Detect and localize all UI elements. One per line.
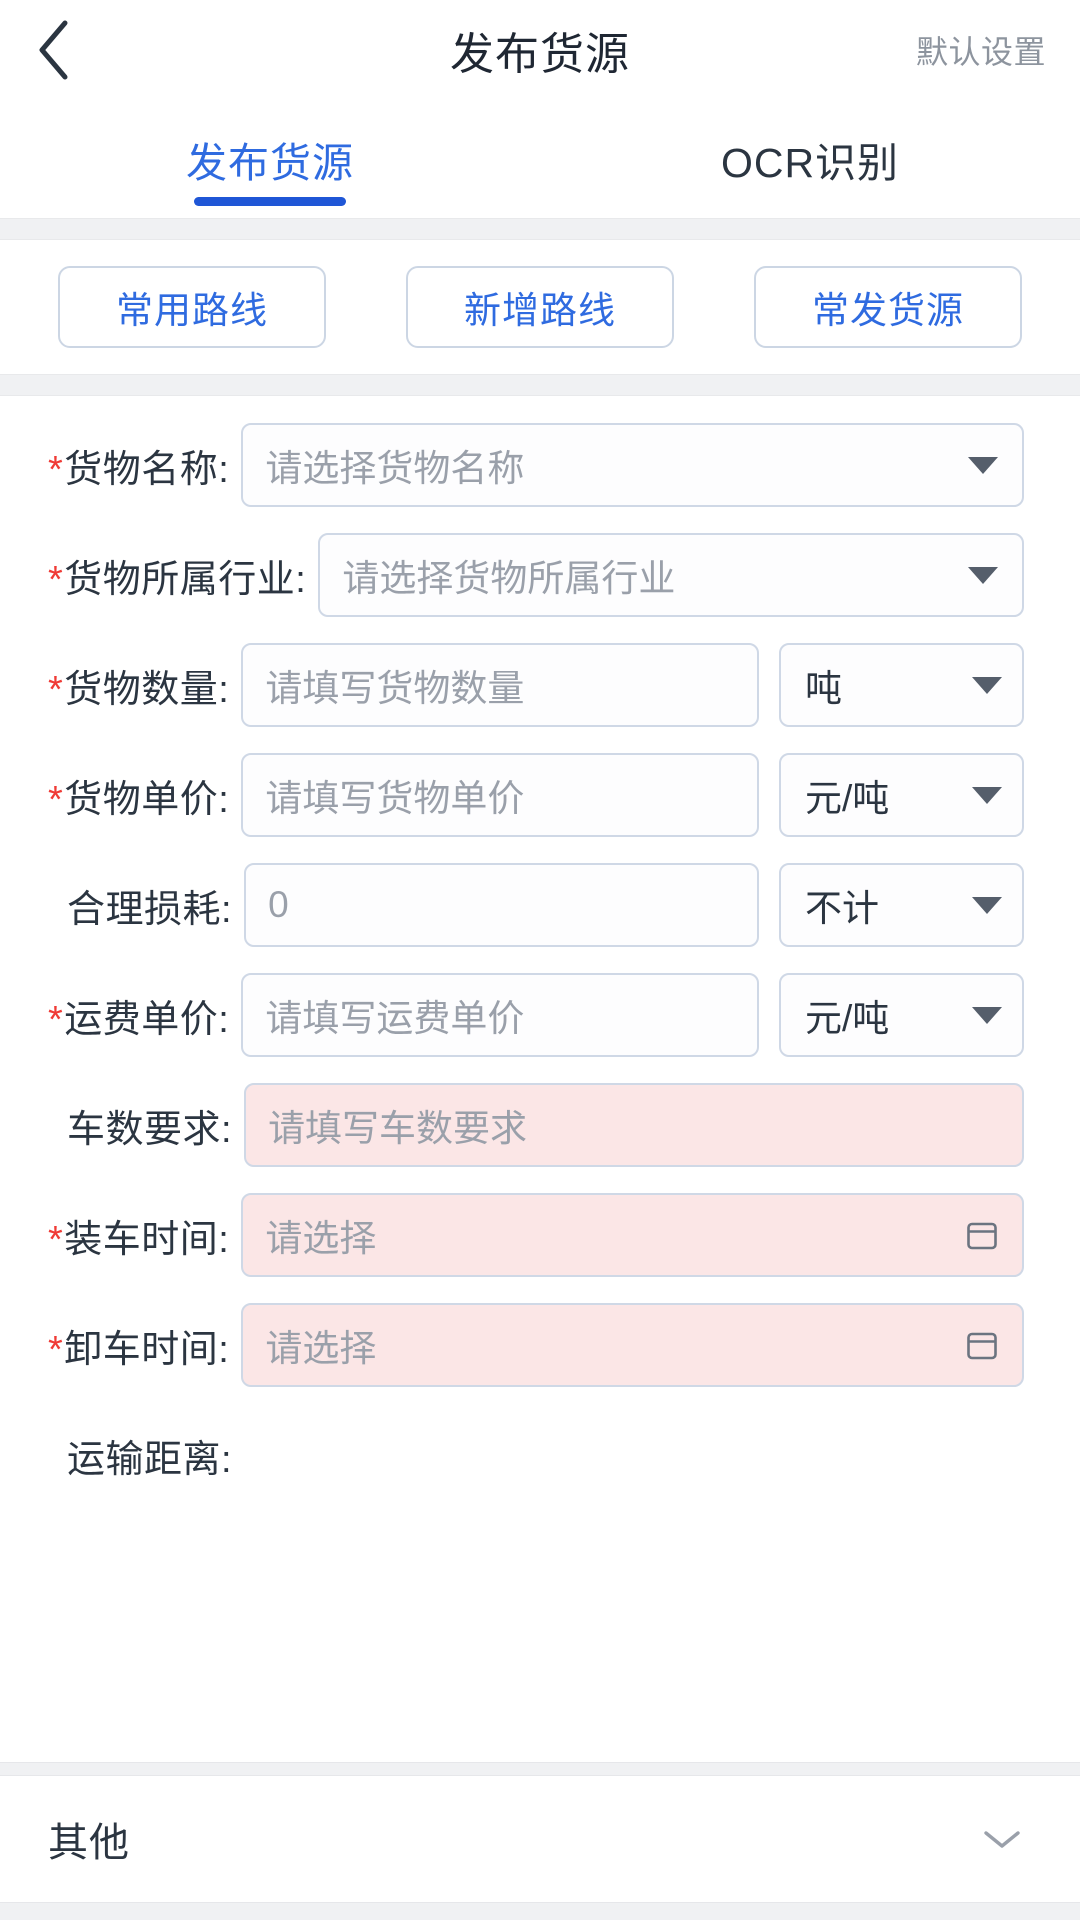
common-route-label: 常用路线 — [116, 290, 268, 331]
label-freight-unit-price: * 运费单价: — [48, 988, 229, 1043]
common-route-button[interactable]: 常用路线 — [58, 266, 326, 348]
reasonable-loss-unit-select[interactable]: 不计 — [779, 863, 1024, 947]
cargo-unit-price-placeholder: 请填写货物单价 — [265, 778, 525, 819]
calendar-icon[interactable] — [950, 1327, 1000, 1363]
cargo-unit-price-unit-select[interactable]: 元/吨 — [779, 753, 1024, 837]
required-star-freight-unit-price: * — [48, 998, 64, 1041]
app-header: 发布货源 默认设置 — [0, 0, 1080, 100]
cargo-unit-price-unit-value: 元/吨 — [805, 778, 890, 819]
caret-down-icon[interactable] — [950, 564, 1000, 586]
cargo-quantity-input[interactable]: 请填写货物数量 — [241, 643, 759, 727]
field-row-reasonable-loss: 合理损耗: 0 不计 — [0, 850, 1080, 960]
caret-down-icon[interactable] — [954, 1004, 1004, 1026]
required-star-cargo-unit-price: * — [48, 778, 64, 821]
caret-down-icon[interactable] — [950, 454, 1000, 476]
cargo-quantity-unit-value: 吨 — [805, 668, 842, 709]
section-separator — [0, 1762, 1080, 1776]
route-shortcut-row: 常用路线 新增路线 常发货源 — [0, 240, 1080, 374]
label-transport-distance: 运输距离: — [48, 1428, 232, 1483]
field-row-cargo-unit-price: * 货物单价: 请填写货物单价 元/吨 — [0, 740, 1080, 850]
caret-down-icon[interactable] — [954, 784, 1004, 806]
tab-publish-cargo[interactable]: 发布货源 — [0, 100, 540, 218]
divider-band-top — [0, 218, 1080, 240]
back-button[interactable] — [34, 15, 104, 85]
label-transport-distance-text: 运输距离: — [67, 1438, 233, 1481]
add-route-button[interactable]: 新增路线 — [406, 266, 674, 348]
reasonable-loss-value: 0 — [268, 884, 289, 925]
unloading-time-placeholder: 请选择 — [265, 1328, 377, 1369]
vehicle-count-placeholder: 请填写车数要求 — [268, 1108, 528, 1149]
default-settings-button[interactable]: 默认设置 — [916, 27, 1046, 73]
reasonable-loss-input[interactable]: 0 — [244, 863, 759, 947]
required-star-cargo-name: * — [48, 448, 64, 491]
required-star-cargo-quantity: * — [48, 668, 64, 711]
chevron-down-icon[interactable] — [980, 1825, 1024, 1853]
label-cargo-industry: * 货物所属行业: — [48, 548, 306, 603]
unloading-time-picker[interactable]: 请选择 — [241, 1303, 1024, 1387]
cargo-form: * 货物名称: 请选择货物名称 * 货物所属行业: 请选择货物所属行业 * 货物… — [0, 396, 1080, 1762]
add-route-label: 新增路线 — [464, 290, 616, 331]
cargo-name-placeholder: 请选择货物名称 — [265, 448, 525, 489]
field-row-transport-distance: 运输距离: — [0, 1400, 1080, 1510]
loading-time-picker[interactable]: 请选择 — [241, 1193, 1024, 1277]
field-row-freight-unit-price: * 运费单价: 请填写运费单价 元/吨 — [0, 960, 1080, 1070]
calendar-icon[interactable] — [950, 1217, 1000, 1253]
label-vehicle-count-text: 车数要求: — [67, 1108, 233, 1151]
label-cargo-industry-text: 货物所属行业: — [64, 558, 307, 601]
reasonable-loss-unit-value: 不计 — [805, 888, 879, 929]
freight-unit-price-placeholder: 请填写运费单价 — [265, 998, 525, 1039]
label-cargo-quantity-text: 货物数量: — [64, 668, 230, 711]
loading-time-placeholder: 请选择 — [265, 1218, 377, 1259]
freight-unit-price-input[interactable]: 请填写运费单价 — [241, 973, 759, 1057]
label-cargo-name: * 货物名称: — [48, 438, 229, 493]
field-row-cargo-name: * 货物名称: 请选择货物名称 — [0, 410, 1080, 520]
cargo-unit-price-input[interactable]: 请填写货物单价 — [241, 753, 759, 837]
cargo-name-select[interactable]: 请选择货物名称 — [241, 423, 1024, 507]
label-reasonable-loss-text: 合理损耗: — [67, 888, 233, 931]
freight-unit-price-unit-value: 元/吨 — [805, 998, 890, 1039]
freight-unit-price-unit-select[interactable]: 元/吨 — [779, 973, 1024, 1057]
label-freight-unit-price-text: 运费单价: — [64, 998, 230, 1041]
bottom-band — [0, 1902, 1080, 1920]
required-star-loading-time: * — [48, 1218, 64, 1261]
cargo-quantity-placeholder: 请填写货物数量 — [265, 668, 525, 709]
required-star-unloading-time: * — [48, 1328, 64, 1371]
label-cargo-name-text: 货物名称: — [64, 448, 230, 491]
vehicle-count-input[interactable]: 请填写车数要求 — [244, 1083, 1024, 1167]
label-loading-time-text: 装车时间: — [64, 1218, 230, 1261]
chevron-left-icon — [34, 18, 74, 82]
tab-publish-cargo-label: 发布货源 — [186, 140, 354, 186]
publish-cargo-screen: 发布货源 默认设置 发布货源 OCR识别 常用路线 新增路线 常发货源 * 货物名… — [0, 0, 1080, 1920]
label-unloading-time: * 卸车时间: — [48, 1318, 229, 1373]
other-section-label: 其他 — [48, 1821, 130, 1865]
label-loading-time: * 装车时间: — [48, 1208, 229, 1263]
field-row-vehicle-count: 车数要求: 请填写车数要求 — [0, 1070, 1080, 1180]
label-cargo-unit-price-text: 货物单价: — [64, 778, 230, 821]
label-cargo-quantity: * 货物数量: — [48, 658, 229, 713]
frequent-cargo-button[interactable]: 常发货源 — [754, 266, 1022, 348]
caret-down-icon[interactable] — [954, 894, 1004, 916]
divider-band-form — [0, 374, 1080, 396]
label-cargo-unit-price: * 货物单价: — [48, 768, 229, 823]
frequent-cargo-label: 常发货源 — [812, 290, 964, 331]
field-row-unloading-time: * 卸车时间: 请选择 — [0, 1290, 1080, 1400]
label-unloading-time-text: 卸车时间: — [64, 1328, 230, 1371]
cargo-quantity-unit-select[interactable]: 吨 — [779, 643, 1024, 727]
cargo-industry-select[interactable]: 请选择货物所属行业 — [318, 533, 1024, 617]
other-section-accordion[interactable]: 其他 — [0, 1776, 1080, 1902]
field-row-cargo-quantity: * 货物数量: 请填写货物数量 吨 — [0, 630, 1080, 740]
label-vehicle-count: 车数要求: — [48, 1098, 232, 1153]
field-row-cargo-industry: * 货物所属行业: 请选择货物所属行业 — [0, 520, 1080, 630]
caret-down-icon[interactable] — [954, 674, 1004, 696]
label-reasonable-loss: 合理损耗: — [48, 878, 232, 933]
required-star-cargo-industry: * — [48, 558, 64, 601]
tab-bar: 发布货源 OCR识别 — [0, 100, 1080, 218]
tab-ocr-recognition-label: OCR识别 — [720, 140, 900, 186]
cargo-industry-placeholder: 请选择货物所属行业 — [342, 558, 676, 599]
tab-ocr-recognition[interactable]: OCR识别 — [540, 100, 1080, 218]
field-row-loading-time: * 装车时间: 请选择 — [0, 1180, 1080, 1290]
